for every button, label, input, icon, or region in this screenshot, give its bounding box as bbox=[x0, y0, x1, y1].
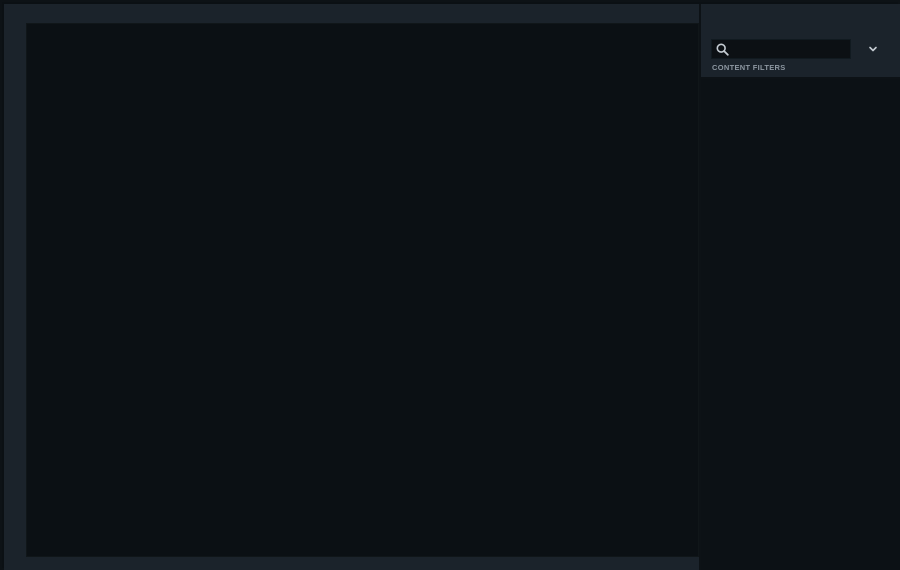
search-icon bbox=[716, 43, 729, 56]
search-box[interactable] bbox=[711, 39, 851, 59]
chevron-down-icon[interactable] bbox=[866, 42, 880, 56]
content-filters-label: CONTENT FILTERS bbox=[712, 63, 786, 72]
search-input[interactable] bbox=[732, 41, 848, 57]
app-window: CONTENT FILTERS bbox=[0, 0, 900, 570]
main-panel bbox=[4, 4, 699, 570]
content-viewport[interactable] bbox=[26, 23, 699, 557]
side-panel-header: CONTENT FILTERS bbox=[701, 4, 900, 79]
filter-side-panel: CONTENT FILTERS bbox=[701, 4, 900, 570]
